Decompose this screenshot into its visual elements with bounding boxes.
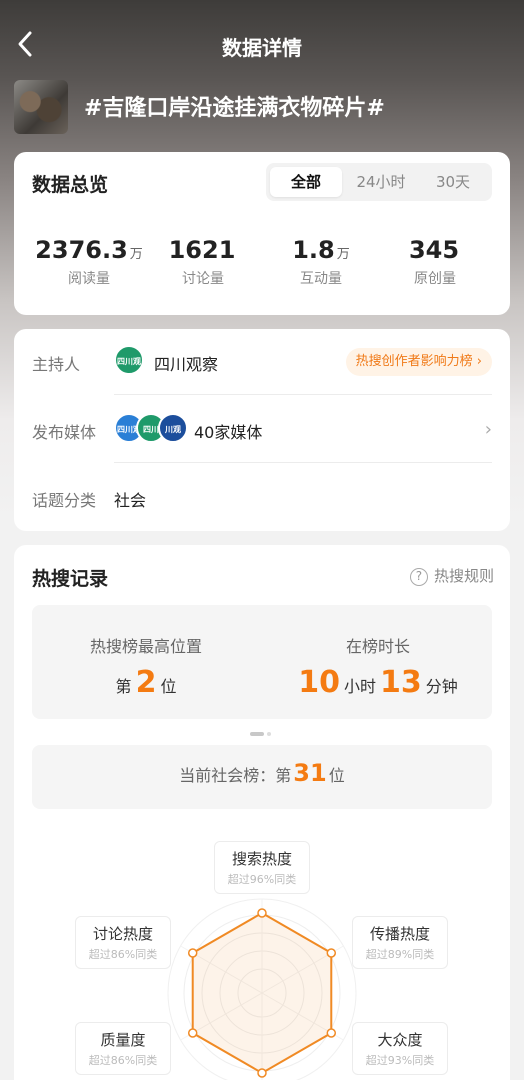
stat-value: 2376.3 [35, 236, 128, 264]
tab-30d[interactable]: 30天 [418, 167, 488, 197]
tab-24h[interactable]: 24小时 [344, 167, 418, 197]
category-value: 社会 [114, 491, 147, 510]
topic-title: #吉隆口岸沿途挂满衣物碎片# [84, 96, 385, 121]
media-count: 40家媒体 [194, 423, 263, 442]
data-overview-card: 数据总览 全部 24小时 30天 2376.3 万 阅读量 1621 讨论量 1.… [14, 152, 510, 315]
radar-label-title: 传播热度 [369, 925, 430, 943]
stat-value: 1621 [168, 236, 236, 264]
media-avatar: 川观 [158, 413, 188, 443]
category-row: 话题分类 社会 [32, 465, 492, 531]
radar-label-quality: 质量度 超过86%同类 [75, 1022, 171, 1075]
stat-unit: 万 [129, 247, 143, 262]
host-row[interactable]: 主持人 四川观察 四川观察 热搜创作者影响力榜 › [32, 329, 492, 396]
stat-value: 1.8 [292, 236, 335, 264]
row-divider [114, 462, 492, 463]
host-label: 主持人 [32, 355, 81, 374]
stat-originals: 345 原创量 [376, 236, 494, 288]
topic-header: #吉隆口岸沿途挂满衣物碎片# [14, 80, 510, 134]
influence-rank-button[interactable]: 热搜创作者影响力榜 › [345, 348, 492, 376]
stat-interactions: 1.8 万 互动量 [262, 236, 380, 288]
radar-label-sub: 超过86%同类 [88, 1054, 158, 1067]
radar-label-title: 质量度 [100, 1031, 146, 1049]
radar-label-spread: 传播热度 超过89%同类 [352, 916, 448, 969]
media-row[interactable]: 发布媒体 四川观察 四川 川观 40家媒体 › [32, 397, 492, 464]
radar-vertex [187, 948, 198, 958]
stat-label: 讨论量 [182, 271, 224, 287]
page-title: 数据详情 [222, 36, 302, 60]
radar-chart [167, 898, 357, 1080]
radar-label-popularity: 大众度 超过93%同类 [352, 1022, 448, 1075]
stat-value: 345 [408, 236, 460, 264]
overview-title: 数据总览 [32, 174, 109, 196]
row-divider [114, 394, 492, 395]
hot-search-record-card: 热搜记录 ? 热搜规则 热搜榜最高位置 第2位 在榜时长 10 小时 13 分钟 当前社… [14, 545, 510, 1080]
stat-reads: 2376.3 万 阅读量 [30, 236, 148, 288]
radar-vertex [326, 1028, 337, 1038]
radar-vertex [257, 908, 267, 918]
topic-info-card: 主持人 四川观察 四川观察 热搜创作者影响力榜 › 发布媒体 四川观察 四川 川… [14, 329, 510, 531]
tab-all[interactable]: 全部 [270, 167, 342, 197]
radar-vertex [326, 948, 337, 958]
chevron-right-icon: › [484, 419, 492, 440]
host-avatar: 四川观察 [114, 345, 144, 396]
category-label: 话题分类 [32, 491, 97, 510]
radar-label-sub: 超过89%同类 [365, 948, 435, 961]
media-label: 发布媒体 [32, 423, 97, 442]
radar-label-discussion: 讨论热度 超过86%同类 [75, 916, 171, 969]
radar-vertex [257, 1068, 267, 1078]
top-nav-bar: 数据详情 [0, 0, 524, 88]
radar-vertex [187, 1028, 198, 1038]
topic-thumbnail-image[interactable] [14, 80, 68, 134]
radar-label-sub: 超过93%同类 [365, 1054, 435, 1067]
stat-discussions: 1621 讨论量 [144, 236, 262, 288]
radar-label-title: 讨论热度 [92, 925, 153, 943]
radar-label-title: 大众度 [377, 1031, 423, 1049]
radar-label-sub: 超过86%同类 [88, 948, 158, 961]
stat-unit: 万 [336, 247, 350, 262]
radar-value-polygon [191, 911, 333, 1075]
radar-label-sub: 超过96%同类 [227, 873, 297, 886]
time-range-tabs: 全部 24小时 30天 [266, 163, 492, 201]
radar-label-search: 搜索热度 超过96%同类 [214, 841, 310, 894]
stat-label: 互动量 [300, 271, 342, 287]
host-name: 四川观察 [154, 355, 219, 374]
radar-label-title: 搜索热度 [231, 850, 292, 868]
stat-label: 阅读量 [68, 271, 110, 287]
stat-label: 原创量 [414, 271, 456, 287]
